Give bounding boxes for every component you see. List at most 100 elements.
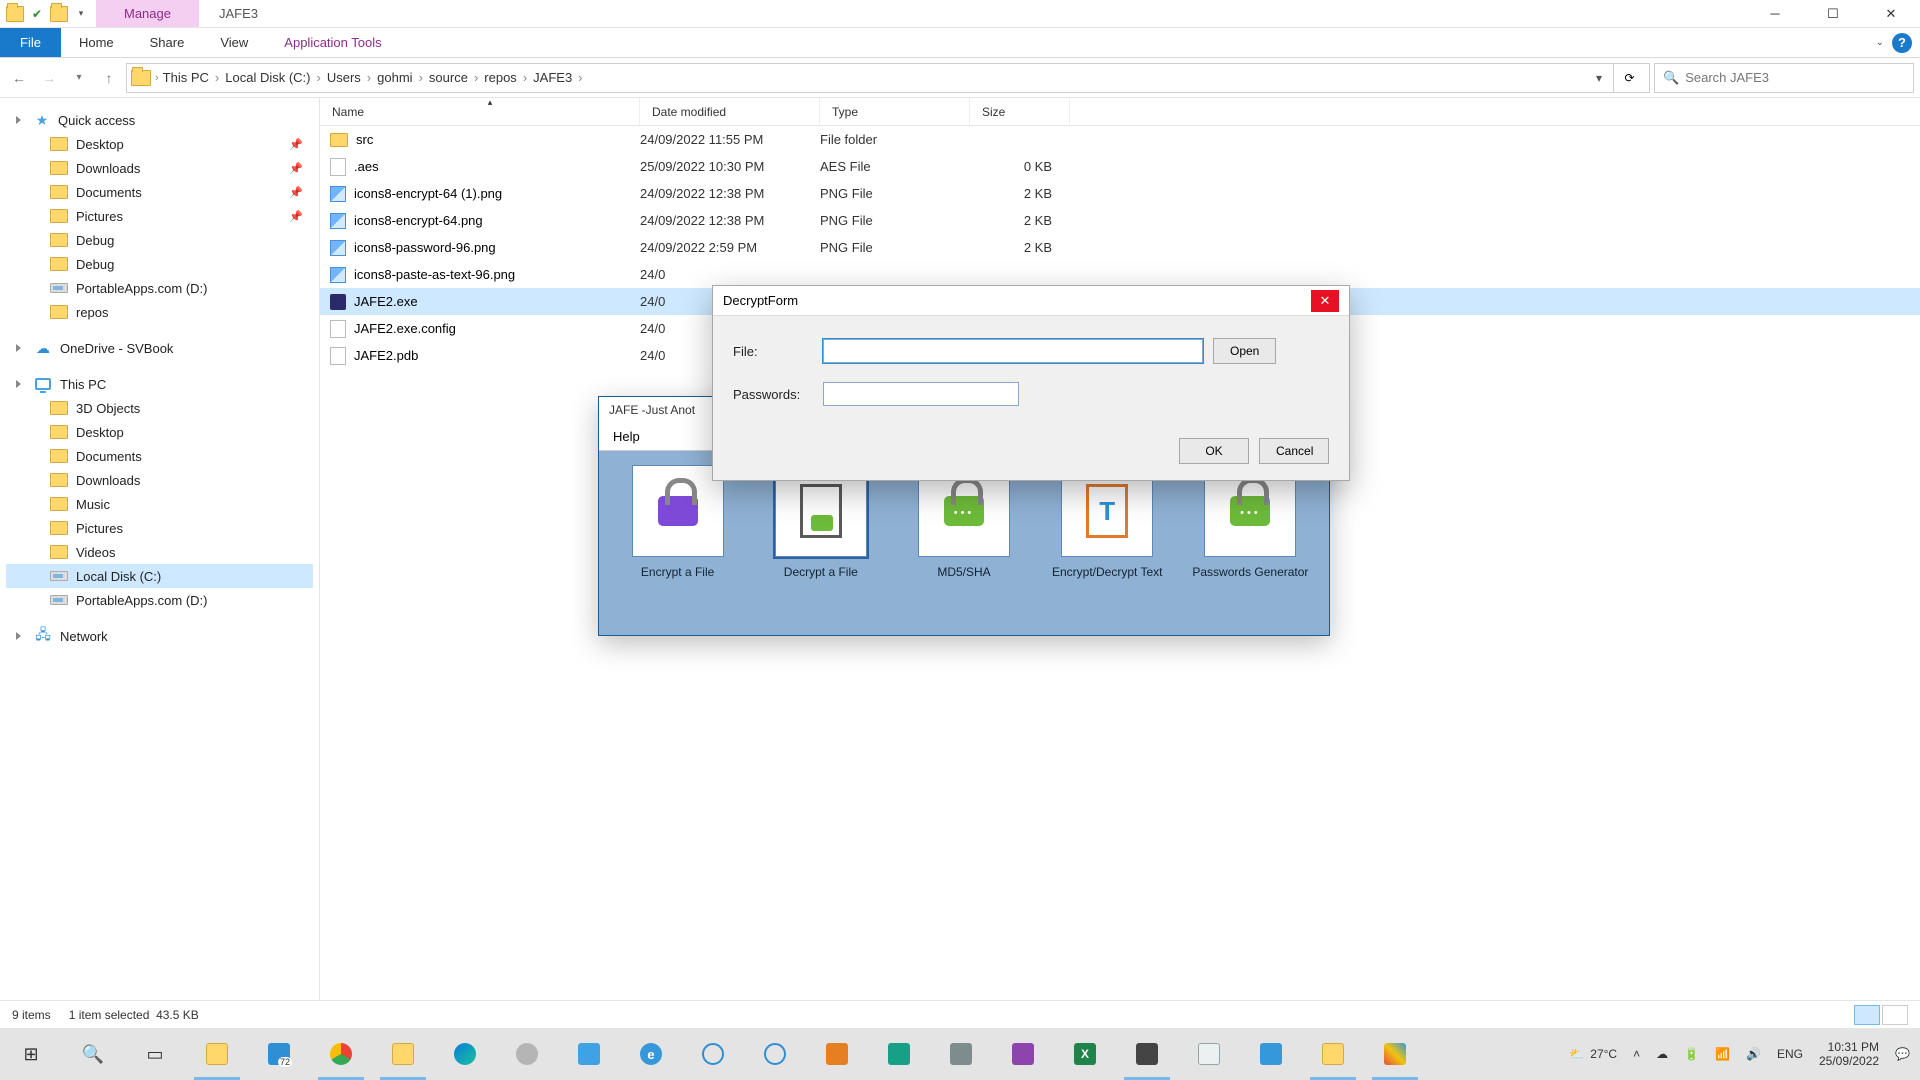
refresh-button[interactable]: ⟳: [1613, 64, 1645, 92]
minimize-button[interactable]: ─: [1746, 0, 1804, 27]
taskbar-app[interactable]: [744, 1028, 806, 1080]
dialog-titlebar[interactable]: DecryptForm ✕: [713, 286, 1349, 316]
sidebar-item-portableapps[interactable]: PortableApps.com (D:): [6, 276, 313, 300]
sidebar-quick-access[interactable]: ★ Quick access: [6, 108, 313, 132]
tray-overflow-icon[interactable]: ˄: [1633, 1047, 1640, 1061]
jafe-action-encrypt-text[interactable]: T Encrypt/Decrypt Text: [1049, 465, 1166, 579]
sidebar-item-3d-objects[interactable]: 3D Objects: [6, 396, 313, 420]
search-button[interactable]: 🔍: [62, 1028, 124, 1080]
action-center-icon[interactable]: 💬: [1895, 1047, 1910, 1061]
sidebar-item-desktop[interactable]: Desktop📌: [6, 132, 313, 156]
jafe-action-md5-sha[interactable]: ••• MD5/SHA: [905, 465, 1022, 579]
maximize-button[interactable]: ☐: [1804, 0, 1862, 27]
ribbon-tab-application-tools[interactable]: Application Tools: [266, 28, 399, 57]
taskbar-app-explorer[interactable]: [186, 1028, 248, 1080]
forward-button[interactable]: →: [36, 65, 62, 91]
jafe-action-encrypt-file[interactable]: Encrypt a File: [619, 465, 736, 579]
taskbar-app[interactable]: [682, 1028, 744, 1080]
file-row[interactable]: icons8-encrypt-64.png24/09/2022 12:38 PM…: [320, 207, 1920, 234]
sidebar-item-repos[interactable]: repos: [6, 300, 313, 324]
up-button[interactable]: ↑: [96, 65, 122, 91]
language-indicator[interactable]: ENG: [1777, 1047, 1803, 1061]
sidebar-onedrive[interactable]: ☁OneDrive - SVBook: [6, 336, 313, 360]
sidebar-item-pictures[interactable]: Pictures📌: [6, 204, 313, 228]
breadcrumb-item[interactable]: JAFE3: [533, 70, 572, 85]
onedrive-icon[interactable]: ☁: [1656, 1047, 1668, 1061]
open-button[interactable]: Open: [1213, 338, 1276, 364]
file-row[interactable]: icons8-encrypt-64 (1).png24/09/2022 12:3…: [320, 180, 1920, 207]
taskbar-app-explorer-2[interactable]: [372, 1028, 434, 1080]
task-view-button[interactable]: ▭: [124, 1028, 186, 1080]
address-bar[interactable]: › This PC› Local Disk (C:)› Users› gohmi…: [126, 63, 1650, 93]
ok-button[interactable]: OK: [1179, 438, 1249, 464]
sidebar-item-debug[interactable]: Debug: [6, 228, 313, 252]
file-row[interactable]: icons8-password-96.png24/09/2022 2:59 PM…: [320, 234, 1920, 261]
taskbar-app[interactable]: [558, 1028, 620, 1080]
breadcrumb-item[interactable]: gohmi: [377, 70, 412, 85]
breadcrumb[interactable]: This PC› Local Disk (C:)› Users› gohmi› …: [163, 70, 587, 85]
taskbar-app-mail[interactable]: 72: [248, 1028, 310, 1080]
taskbar-app-visualstudio[interactable]: [992, 1028, 1054, 1080]
back-button[interactable]: ←: [6, 65, 32, 91]
sidebar-item-documents[interactable]: Documents📌: [6, 180, 313, 204]
weather-widget[interactable]: ⛅ 27°C: [1569, 1047, 1617, 1061]
sidebar-item-videos[interactable]: Videos: [6, 540, 313, 564]
clock[interactable]: 10:31 PM 25/09/2022: [1819, 1040, 1879, 1069]
view-details-button[interactable]: [1854, 1005, 1880, 1025]
taskbar-app[interactable]: [496, 1028, 558, 1080]
battery-icon[interactable]: 🔋: [1684, 1047, 1699, 1061]
ribbon-contextual-manage[interactable]: Manage: [96, 0, 199, 27]
sidebar-item-downloads[interactable]: Downloads📌: [6, 156, 313, 180]
file-row[interactable]: .aes25/09/2022 10:30 PMAES File0 KB: [320, 153, 1920, 180]
wifi-icon[interactable]: 📶: [1715, 1047, 1730, 1061]
qat-dropdown-icon[interactable]: ▾: [72, 5, 90, 23]
taskbar-app[interactable]: [930, 1028, 992, 1080]
volume-icon[interactable]: 🔊: [1746, 1047, 1761, 1061]
taskbar-app-paint[interactable]: [1364, 1028, 1426, 1080]
file-row[interactable]: icons8-paste-as-text-96.png24/0: [320, 261, 1920, 288]
help-icon[interactable]: ?: [1892, 33, 1912, 53]
sidebar-item-music[interactable]: Music: [6, 492, 313, 516]
sidebar-item-desktop[interactable]: Desktop: [6, 420, 313, 444]
checkmark-icon[interactable]: ✔: [28, 5, 46, 23]
folder-open-icon[interactable]: [50, 5, 68, 23]
sidebar-item-documents[interactable]: Documents: [6, 444, 313, 468]
address-dropdown-icon[interactable]: ▾: [1585, 64, 1613, 92]
passwords-input[interactable]: [823, 382, 1019, 406]
jafe-menu-help[interactable]: Help: [613, 429, 640, 444]
history-dropdown[interactable]: ▾: [66, 65, 92, 91]
file-input[interactable]: [823, 339, 1203, 363]
breadcrumb-item[interactable]: Users: [327, 70, 361, 85]
sidebar-item-portableapps-d[interactable]: PortableApps.com (D:): [6, 588, 313, 612]
file-row[interactable]: src24/09/2022 11:55 PMFile folder: [320, 126, 1920, 153]
taskbar-app-excel[interactable]: X: [1054, 1028, 1116, 1080]
ribbon-tab-home[interactable]: Home: [61, 28, 132, 57]
taskbar-app-notepad[interactable]: [1178, 1028, 1240, 1080]
sidebar-item-local-disk-c[interactable]: Local Disk (C:): [6, 564, 313, 588]
breadcrumb-item[interactable]: repos: [484, 70, 517, 85]
ribbon-tab-view[interactable]: View: [202, 28, 266, 57]
taskbar-app[interactable]: [868, 1028, 930, 1080]
sidebar-item-debug[interactable]: Debug: [6, 252, 313, 276]
ribbon-tab-file[interactable]: File: [0, 28, 61, 57]
dialog-close-button[interactable]: ✕: [1311, 290, 1339, 312]
taskbar-app-chrome[interactable]: [310, 1028, 372, 1080]
taskbar-app[interactable]: [1116, 1028, 1178, 1080]
sidebar-item-pictures[interactable]: Pictures: [6, 516, 313, 540]
sidebar-item-downloads[interactable]: Downloads: [6, 468, 313, 492]
taskbar-app-edge[interactable]: [434, 1028, 496, 1080]
sidebar-network[interactable]: 🖧Network: [6, 624, 313, 648]
start-button[interactable]: ⊞: [0, 1028, 62, 1080]
breadcrumb-item[interactable]: This PC: [163, 70, 209, 85]
ribbon-expand-icon[interactable]: ⌄: [1876, 37, 1884, 48]
ribbon-tab-share[interactable]: Share: [132, 28, 203, 57]
view-large-icons-button[interactable]: [1882, 1005, 1908, 1025]
jafe-action-decrypt-file[interactable]: Decrypt a File: [762, 465, 879, 579]
taskbar-app[interactable]: [806, 1028, 868, 1080]
close-button[interactable]: ✕: [1862, 0, 1920, 27]
taskbar-app[interactable]: [1240, 1028, 1302, 1080]
cancel-button[interactable]: Cancel: [1259, 438, 1329, 464]
taskbar-app-ie[interactable]: e: [620, 1028, 682, 1080]
taskbar-app-jafe[interactable]: [1302, 1028, 1364, 1080]
jafe-action-password-gen[interactable]: ••• Passwords Generator: [1192, 465, 1309, 579]
